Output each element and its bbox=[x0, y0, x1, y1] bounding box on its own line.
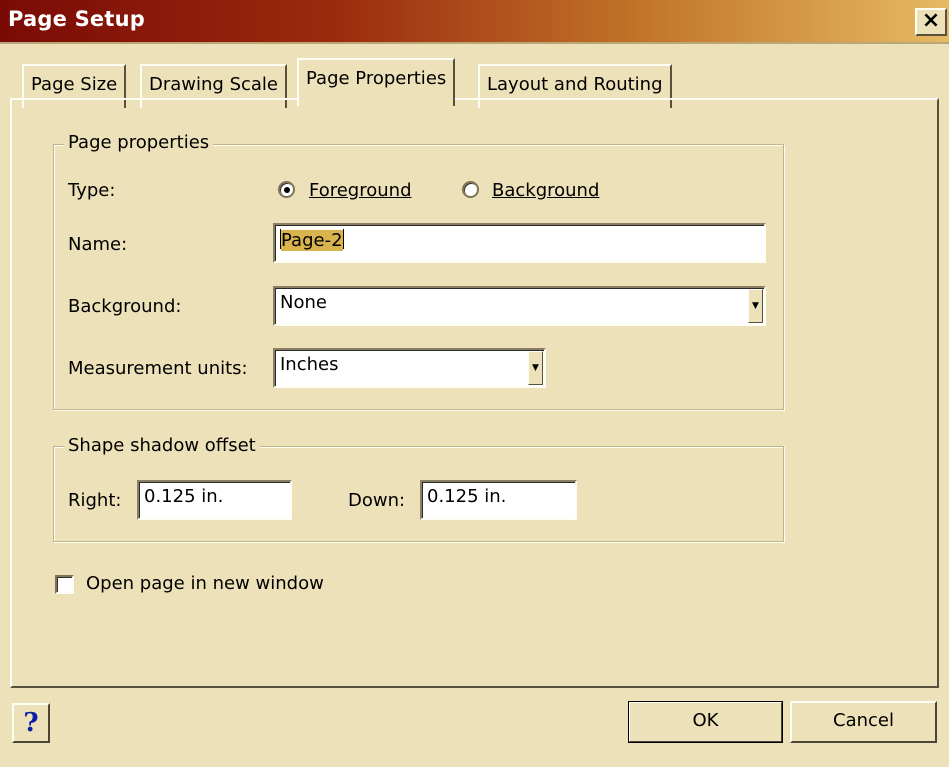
measurement-units-value: Inches bbox=[280, 354, 339, 375]
measurement-units-label: Measurement units: bbox=[68, 358, 248, 379]
name-input-value: Page-2 bbox=[281, 230, 343, 251]
tab-label: Page Size bbox=[31, 74, 118, 95]
help-icon: ? bbox=[23, 708, 39, 738]
open-new-window-label[interactable]: Open page in new window bbox=[86, 573, 324, 594]
foreground-radio[interactable] bbox=[278, 181, 295, 198]
foreground-label-text: Foreground bbox=[309, 180, 412, 201]
name-label: Name: bbox=[68, 234, 128, 255]
right-offset-label: Right: bbox=[68, 490, 122, 511]
down-offset-value: 0.125 in. bbox=[427, 486, 507, 507]
down-offset-label: Down: bbox=[348, 490, 406, 511]
type-label: Type: bbox=[68, 180, 116, 201]
window-title: Page Setup bbox=[8, 7, 145, 31]
background-select[interactable]: None ▼ bbox=[273, 286, 766, 326]
ok-button[interactable]: OK bbox=[628, 701, 783, 743]
right-offset-value: 0.125 in. bbox=[144, 486, 224, 507]
right-offset-input[interactable]: 0.125 in. bbox=[137, 480, 292, 520]
background-select-value: None bbox=[280, 292, 327, 313]
ok-button-label: OK bbox=[692, 710, 719, 731]
open-new-window-checkbox[interactable] bbox=[55, 575, 74, 594]
background-label: Background: bbox=[68, 296, 182, 317]
measurement-units-select[interactable]: Inches ▼ bbox=[273, 348, 546, 388]
tab-label: Page Properties bbox=[306, 68, 447, 89]
foreground-radio-label[interactable]: Foreground bbox=[309, 180, 412, 201]
text-caret bbox=[342, 229, 344, 249]
background-dropdown-button[interactable]: ▼ bbox=[748, 289, 763, 323]
name-input[interactable]: Page-2 bbox=[273, 223, 766, 263]
background-radio-label[interactable]: Background bbox=[492, 180, 599, 201]
close-button[interactable]: × bbox=[915, 8, 947, 36]
radio-selected-dot bbox=[284, 187, 290, 193]
background-radio[interactable] bbox=[462, 181, 479, 198]
page-properties-group-label: Page properties bbox=[64, 132, 214, 153]
measurement-units-dropdown-button[interactable]: ▼ bbox=[528, 351, 543, 385]
close-icon: × bbox=[921, 8, 941, 33]
tab-label: Drawing Scale bbox=[149, 74, 278, 95]
title-bar[interactable]: Page Setup × bbox=[0, 0, 949, 44]
cancel-button-label: Cancel bbox=[833, 710, 894, 731]
chevron-down-icon: ▼ bbox=[752, 301, 759, 311]
shadow-offset-group-label: Shape shadow offset bbox=[64, 435, 260, 456]
tab-page-properties[interactable]: Page Properties bbox=[297, 58, 456, 106]
cancel-button[interactable]: Cancel bbox=[790, 701, 937, 743]
down-offset-input[interactable]: 0.125 in. bbox=[420, 480, 577, 520]
background-label-text: Background bbox=[492, 180, 600, 201]
help-button[interactable]: ? bbox=[12, 703, 50, 743]
chevron-down-icon: ▼ bbox=[532, 363, 539, 373]
tab-label: Layout and Routing bbox=[487, 74, 663, 95]
